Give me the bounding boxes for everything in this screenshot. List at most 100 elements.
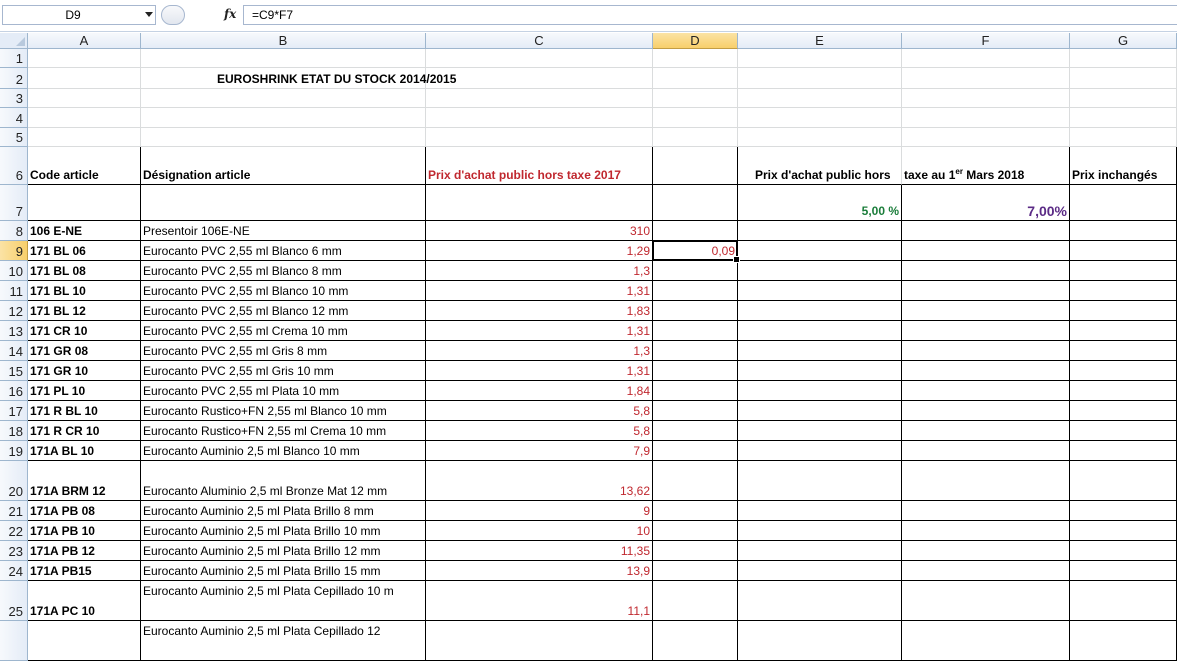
- row-header-25[interactable]: 25: [0, 581, 28, 621]
- cell-g19[interactable]: [1070, 441, 1177, 461]
- row-header-3[interactable]: 3: [0, 89, 28, 108]
- cell-d1[interactable]: [653, 49, 738, 68]
- cell-c5[interactable]: [426, 128, 653, 147]
- cell-g17[interactable]: [1070, 401, 1177, 421]
- cell-price-15[interactable]: 1,31: [426, 361, 653, 381]
- cell-designation-22[interactable]: Eurocanto Auminio 2,5 ml Plata Brillo 10…: [141, 521, 426, 541]
- row-header-15[interactable]: 15: [0, 361, 28, 381]
- cell-designation-20[interactable]: Eurocanto Aluminio 2,5 ml Bronze Mat 12 …: [141, 461, 426, 501]
- cell-d14[interactable]: [653, 341, 738, 361]
- cell-d10[interactable]: [653, 261, 738, 281]
- cell-a3[interactable]: [28, 89, 141, 108]
- cell-code-14[interactable]: 171 GR 08: [28, 341, 141, 361]
- cell-designation-26[interactable]: Eurocanto Auminio 2,5 ml Plata Cepillado…: [141, 621, 426, 661]
- cell-d11[interactable]: [653, 281, 738, 301]
- cell-price-13[interactable]: 1,31: [426, 321, 653, 341]
- cell-f20[interactable]: [902, 461, 1070, 501]
- header-designation[interactable]: Désignation article: [141, 147, 426, 185]
- cell-g8[interactable]: [1070, 221, 1177, 241]
- cell-designation-12[interactable]: Eurocanto PVC 2,55 ml Blanco 12 mm: [141, 301, 426, 321]
- cell-b7[interactable]: [141, 185, 426, 221]
- cell-price-25[interactable]: 11,1: [426, 581, 653, 621]
- cell-c7[interactable]: [426, 185, 653, 221]
- cell-designation-16[interactable]: Eurocanto PVC 2,55 ml Plata 10 mm: [141, 381, 426, 401]
- row-header-12[interactable]: 12: [0, 301, 28, 321]
- header-price-2017[interactable]: Prix d'achat public hors taxe 2017: [426, 147, 653, 185]
- cell-price-14[interactable]: 1,3: [426, 341, 653, 361]
- cell-e24[interactable]: [738, 561, 902, 581]
- cell-price-10[interactable]: 1,3: [426, 261, 653, 281]
- cell-e16[interactable]: [738, 381, 902, 401]
- cell-designation-23[interactable]: Eurocanto Auminio 2,5 ml Plata Brillo 12…: [141, 541, 426, 561]
- cell-a1[interactable]: [28, 49, 141, 68]
- cell-e1[interactable]: [738, 49, 902, 68]
- cell-f8[interactable]: [902, 221, 1070, 241]
- cell-a2[interactable]: [28, 68, 141, 89]
- formula-bar-splitter[interactable]: [161, 5, 185, 25]
- cell-e14[interactable]: [738, 341, 902, 361]
- cell-price-18[interactable]: 5,8: [426, 421, 653, 441]
- cell-price-20[interactable]: 13,62: [426, 461, 653, 501]
- cell-code-25[interactable]: 171A PC 10: [28, 581, 141, 621]
- cell-price-23[interactable]: 11,35: [426, 541, 653, 561]
- cell-code-10[interactable]: 171 BL 08: [28, 261, 141, 281]
- cell-d18[interactable]: [653, 421, 738, 441]
- cell-e23[interactable]: [738, 541, 902, 561]
- cell-d2[interactable]: [653, 68, 738, 89]
- cell-d4[interactable]: [653, 108, 738, 128]
- cell-price-17[interactable]: 5,8: [426, 401, 653, 421]
- cell-code-23[interactable]: 171A PB 12: [28, 541, 141, 561]
- sheet-title-cell[interactable]: EUROSHRINK ETAT DU STOCK 2014/2015: [141, 68, 456, 89]
- row-header-8[interactable]: 8: [0, 221, 28, 241]
- cell-g18[interactable]: [1070, 421, 1177, 441]
- cell-code-13[interactable]: 171 CR 10: [28, 321, 141, 341]
- cell-e7[interactable]: 5,00 %: [738, 185, 902, 221]
- cell-code-26[interactable]: [28, 621, 141, 661]
- cell-designation-13[interactable]: Eurocanto PVC 2,55 ml Crema 10 mm: [141, 321, 426, 341]
- cell-d12[interactable]: [653, 301, 738, 321]
- row-header-19[interactable]: 19: [0, 441, 28, 461]
- cell-g13[interactable]: [1070, 321, 1177, 341]
- cell-a4[interactable]: [28, 108, 141, 128]
- cell-d25[interactable]: [653, 581, 738, 621]
- cell-g7[interactable]: [1070, 185, 1177, 221]
- cell-c3[interactable]: [426, 89, 653, 108]
- cell-f26[interactable]: [902, 621, 1070, 661]
- cell-d5[interactable]: [653, 128, 738, 147]
- cell-g26[interactable]: [1070, 621, 1177, 661]
- header-code[interactable]: Code article: [28, 147, 141, 185]
- column-header-b[interactable]: B: [141, 33, 426, 49]
- cell-e5[interactable]: [738, 128, 902, 147]
- cell-f2[interactable]: [902, 68, 1070, 89]
- cell-f24[interactable]: [902, 561, 1070, 581]
- cell-code-24[interactable]: 171A PB15: [28, 561, 141, 581]
- cell-designation-14[interactable]: Eurocanto PVC 2,55 ml Gris 8 mm: [141, 341, 426, 361]
- cell-e10[interactable]: [738, 261, 902, 281]
- cell-d8[interactable]: [653, 221, 738, 241]
- column-header-d[interactable]: D: [653, 33, 738, 49]
- cell-f16[interactable]: [902, 381, 1070, 401]
- cell-price-21[interactable]: 9: [426, 501, 653, 521]
- cell-d23[interactable]: [653, 541, 738, 561]
- cell-code-8[interactable]: 106 E-NE: [28, 221, 141, 241]
- cell-b1[interactable]: [141, 49, 426, 68]
- cell-g1[interactable]: [1070, 49, 1177, 68]
- cell-price-22[interactable]: 10: [426, 521, 653, 541]
- row-header-24[interactable]: 24: [0, 561, 28, 581]
- cell-designation-17[interactable]: Eurocanto Rustico+FN 2,55 ml Blanco 10 m…: [141, 401, 426, 421]
- cell-e20[interactable]: [738, 461, 902, 501]
- cell-g11[interactable]: [1070, 281, 1177, 301]
- cell-f10[interactable]: [902, 261, 1070, 281]
- cell-e3[interactable]: [738, 89, 902, 108]
- cell-f25[interactable]: [902, 581, 1070, 621]
- cell-code-11[interactable]: 171 BL 10: [28, 281, 141, 301]
- row-header-16[interactable]: 16: [0, 381, 28, 401]
- formula-input[interactable]: =C9*F7: [243, 5, 1177, 25]
- cell-f1[interactable]: [902, 49, 1070, 68]
- cell-e22[interactable]: [738, 521, 902, 541]
- row-header-26[interactable]: [0, 621, 28, 661]
- row-header-5[interactable]: 5: [0, 128, 28, 147]
- cell-d16[interactable]: [653, 381, 738, 401]
- cell-d26[interactable]: [653, 621, 738, 661]
- cell-designation-21[interactable]: Eurocanto Auminio 2,5 ml Plata Brillo 8 …: [141, 501, 426, 521]
